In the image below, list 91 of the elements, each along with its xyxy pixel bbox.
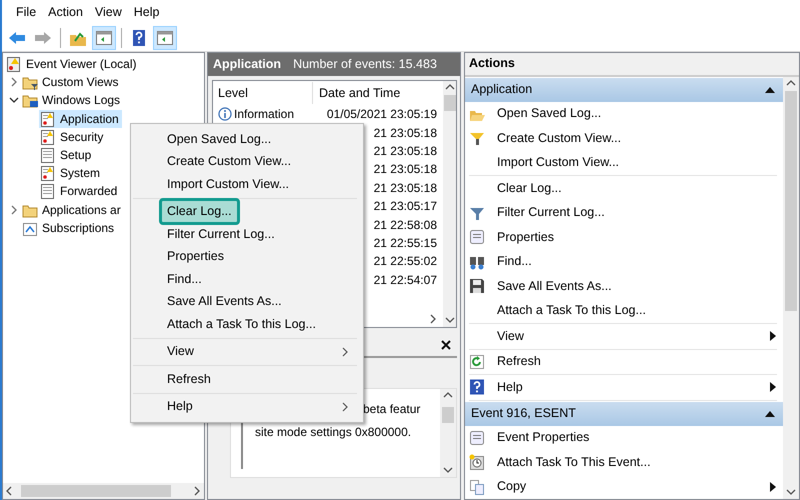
- clock-task-icon: [469, 454, 485, 470]
- table-cell-text: 21 22:55:15: [372, 234, 438, 252]
- menu-item[interactable]: Action: [42, 0, 89, 24]
- action-link[interactable]: Open Saved Log...: [493, 104, 602, 124]
- scrollbar-thumb[interactable]: [442, 407, 454, 423]
- funnel-icon: [469, 130, 485, 146]
- menu-item[interactable]: Help: [128, 0, 166, 24]
- collapse-triangle-icon[interactable]: [765, 410, 775, 418]
- section-header[interactable]: Application: [465, 78, 783, 102]
- section-header[interactable]: Event 916, ESENT: [465, 402, 783, 426]
- properties-icon: [469, 430, 485, 446]
- horizontal-scrollbar[interactable]: [3, 483, 204, 499]
- action-link[interactable]: Import Custom View...: [493, 153, 620, 172]
- tree-item[interactable]: Forwarded: [39, 182, 120, 200]
- column-header[interactable]: Level: [213, 82, 313, 104]
- properties-icon: [469, 229, 485, 246]
- pane-toggle-icon: [156, 28, 174, 46]
- tree-item[interactable]: Application: [39, 110, 122, 128]
- table-cell-text: 21 23:05:17: [372, 198, 438, 216]
- column-header[interactable]: Date and Time: [313, 84, 443, 102]
- tree-item[interactable]: Custom Views: [21, 73, 122, 92]
- tree-item[interactable]: Subscriptions: [21, 218, 118, 237]
- event-viewer-icon: [6, 56, 22, 72]
- menu-item[interactable]: View: [88, 0, 128, 24]
- action-link[interactable]: Copy: [493, 477, 526, 496]
- menu-item[interactable]: File: [10, 0, 42, 24]
- section-title: Application: [471, 81, 532, 98]
- log-icon: [40, 110, 56, 127]
- table-cell-text: 21 23:05:18: [372, 161, 438, 178]
- table-cell-text: 21 22:58:08: [372, 216, 438, 234]
- table-cell-text: Information: [234, 106, 294, 124]
- event-count: Number of events: 15.483: [293, 56, 437, 74]
- submenu-arrow-icon[interactable]: [769, 382, 777, 392]
- action-link[interactable]: Find...: [493, 252, 532, 272]
- toolbar-button[interactable]: [153, 26, 177, 50]
- collapse-chevron-icon[interactable]: [9, 95, 19, 106]
- section-title: Event 916, ESENT: [471, 405, 576, 422]
- expand-chevron-icon[interactable]: [9, 204, 19, 215]
- collapse-triangle-icon[interactable]: [765, 86, 775, 94]
- help-icon: [130, 28, 148, 46]
- close-icon[interactable]: [441, 340, 451, 350]
- actions-title: Actions: [465, 53, 799, 76]
- menu-item[interactable]: Refresh: [159, 366, 219, 393]
- scrollbar-thumb[interactable]: [21, 485, 171, 497]
- submenu-arrow-icon[interactable]: [769, 482, 777, 492]
- action-link[interactable]: Create Custom View...: [493, 128, 622, 148]
- description-text: beta featur: [363, 401, 422, 418]
- menu-item[interactable]: Help: [159, 393, 201, 420]
- action-link[interactable]: Attach Task To This Event...: [493, 452, 651, 472]
- log-icon: [40, 165, 56, 182]
- description-text: site mode settings 0x800000.: [255, 424, 412, 441]
- menu-item[interactable]: Clear Log...: [159, 198, 240, 226]
- submenu-arrow-icon[interactable]: [769, 331, 777, 342]
- vertical-scrollbar[interactable]: [783, 76, 799, 499]
- table-cell-text: 21 23:05:18: [372, 180, 438, 197]
- action-link[interactable]: Clear Log...: [493, 178, 562, 198]
- tree-item[interactable]: System: [39, 164, 104, 182]
- scrollbar-thumb[interactable]: [785, 90, 797, 310]
- table-cell-text: 21 22:54:07: [372, 272, 438, 289]
- vertical-scrollbar[interactable]: [443, 81, 456, 327]
- table-cell-text: 21 23:05:18: [372, 124, 438, 142]
- vertical-scrollbar[interactable]: [440, 389, 456, 477]
- pane-toggle-icon: [95, 28, 113, 46]
- menu-item[interactable]: View: [159, 338, 202, 366]
- tree-item[interactable]: Setup: [39, 146, 94, 164]
- scrollbar-thumb[interactable]: [444, 95, 456, 111]
- tree-item[interactable]: Applications ar: [21, 200, 124, 219]
- table-cell-text: 21 23:05:18: [372, 142, 438, 160]
- toolbar-button[interactable]: [92, 26, 116, 50]
- action-link[interactable]: Refresh: [493, 352, 541, 372]
- action-link[interactable]: Save All Events As...: [493, 276, 612, 296]
- tree-item[interactable]: Event Viewer (Local): [5, 55, 140, 74]
- action-link[interactable]: Properties: [493, 228, 554, 247]
- copy-icon: [469, 478, 485, 495]
- log-icon: [40, 128, 56, 145]
- action-link[interactable]: Help: [493, 378, 523, 397]
- action-link[interactable]: View: [493, 326, 524, 346]
- refresh-icon: [469, 354, 485, 370]
- information-icon: [218, 107, 232, 122]
- action-link[interactable]: Filter Current Log...: [493, 203, 605, 222]
- action-link[interactable]: Attach a Task To this Log...: [493, 301, 646, 320]
- help-icon: [469, 379, 485, 396]
- expand-chevron-icon[interactable]: [9, 77, 19, 88]
- table-cell-text: 21 22:55:02: [372, 253, 438, 270]
- tree-item[interactable]: Security: [39, 128, 106, 146]
- tree-item[interactable]: Windows Logs: [21, 91, 124, 110]
- log-icon: [40, 147, 56, 164]
- table-cell-text: 01/05/2021 23:05:19: [326, 106, 438, 124]
- log-title: Application: [213, 56, 282, 74]
- log-icon: [40, 183, 56, 200]
- action-link[interactable]: Event Properties: [493, 428, 590, 448]
